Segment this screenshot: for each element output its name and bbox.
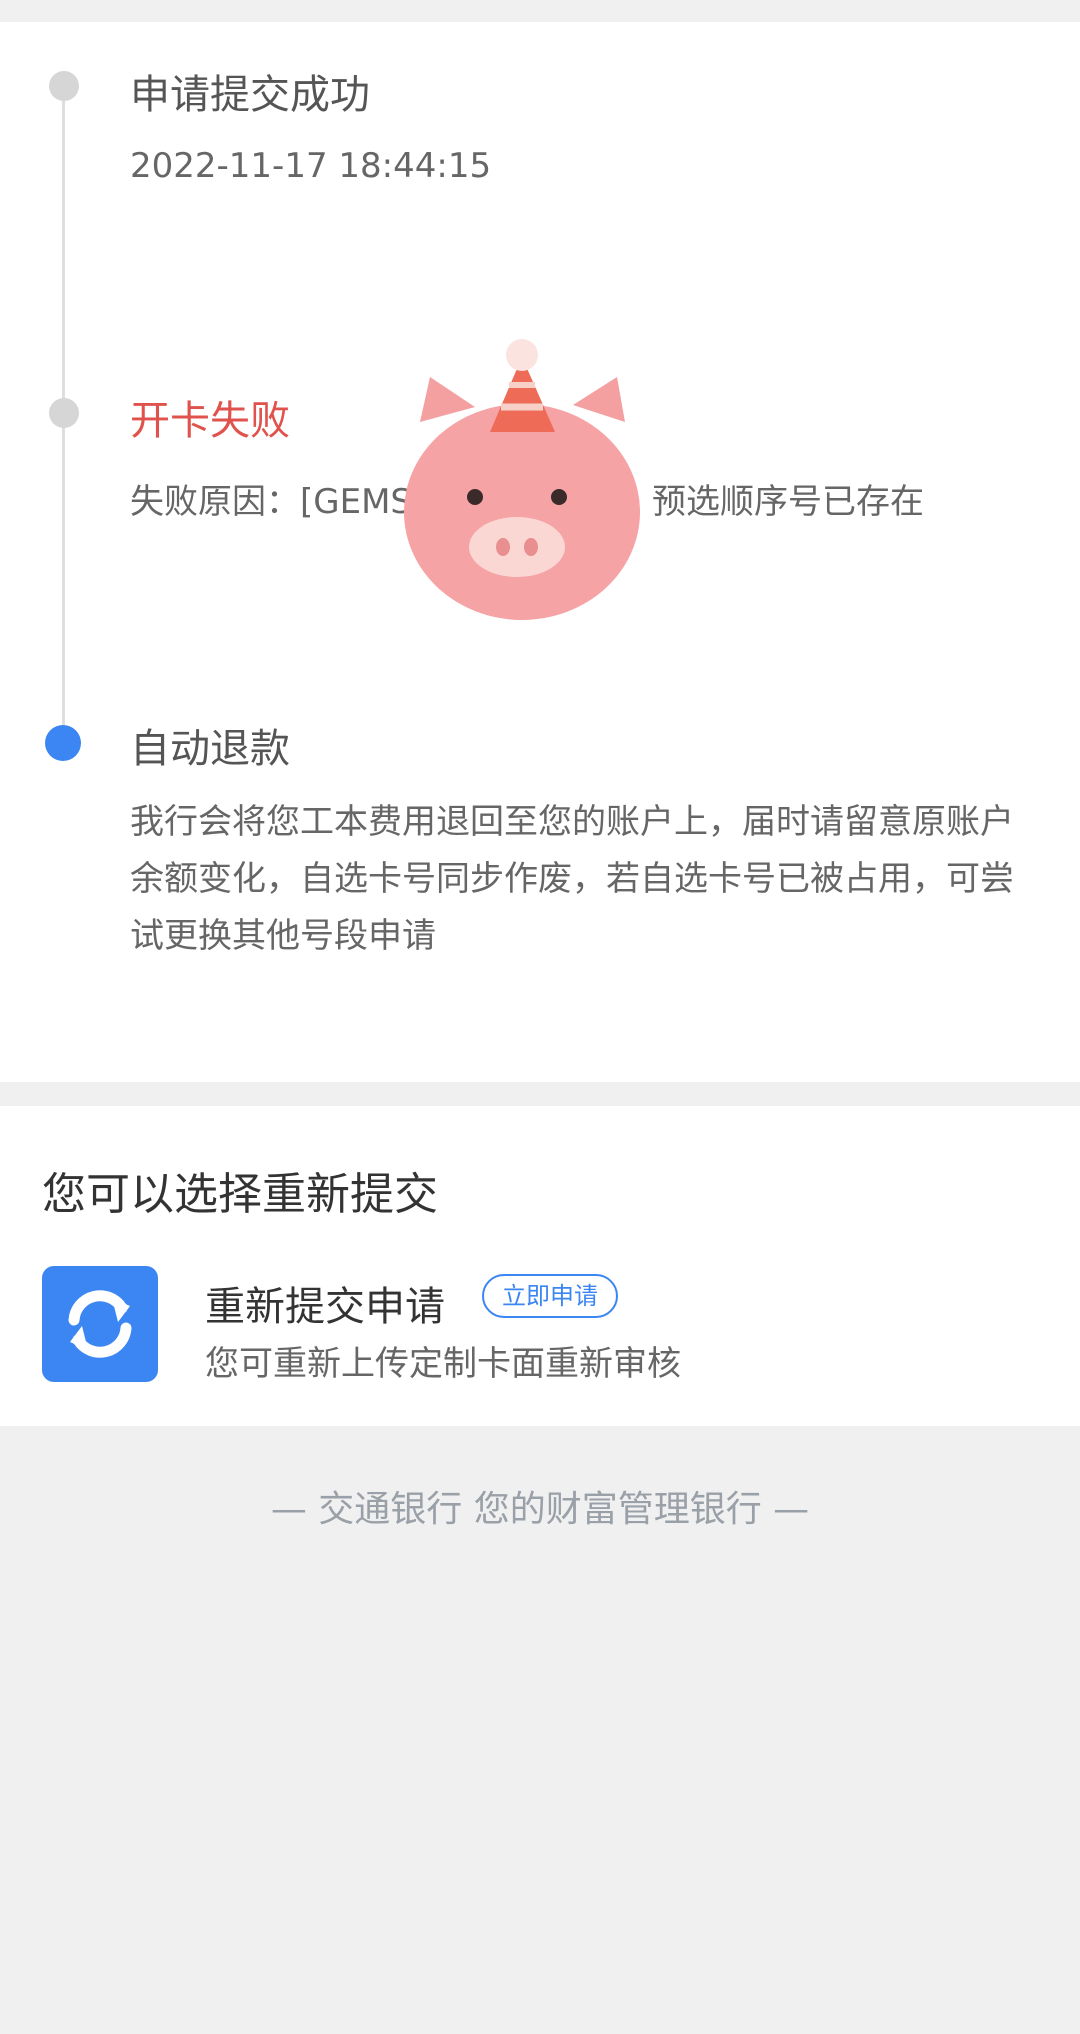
refund-description: 我行会将您工本费用退回至您的账户上，届时请留意原账户余额变化，自选卡号同步作废，… bbox=[130, 802, 1014, 956]
progress-timeline: 申请提交成功 2022-11-17 18:44:15 开卡失败 失败原因：[GE… bbox=[0, 22, 1080, 1082]
step-title-failed: 开卡失败 bbox=[130, 398, 290, 444]
footer-slogan: — 交通银行 您的财富管理银行 — bbox=[270, 1489, 810, 1530]
resubmit-title[interactable]: 重新提交申请 bbox=[205, 1274, 445, 1332]
step-title-submitted: 申请提交成功 bbox=[130, 72, 370, 118]
timeline-dot-done bbox=[49, 71, 79, 101]
timeline-dot-failed bbox=[49, 398, 79, 428]
pig-sticker-icon bbox=[404, 339, 640, 620]
resubmit-heading: 您可以选择重新提交 bbox=[42, 1169, 438, 1220]
resubmit-description: 您可重新上传定制卡面重新审核 bbox=[205, 1344, 681, 1384]
step-timestamp: 2022-11-17 18:44:15 bbox=[130, 146, 492, 186]
step-title-refund: 自动退款 bbox=[130, 726, 290, 772]
resubmit-section: 您可以选择重新提交 重新提交申请 立即申请 您可重新上传定制卡面重新审核 bbox=[0, 1106, 1080, 1426]
failure-reason-head: 失败原因：[GEMS bbox=[130, 482, 413, 522]
refresh-icon[interactable] bbox=[42, 1266, 158, 1382]
timeline-dot-active bbox=[45, 725, 81, 761]
apply-now-button[interactable]: 立即申请 bbox=[482, 1274, 618, 1318]
failure-reason-tail: 预选顺序号已存在 bbox=[652, 482, 925, 522]
